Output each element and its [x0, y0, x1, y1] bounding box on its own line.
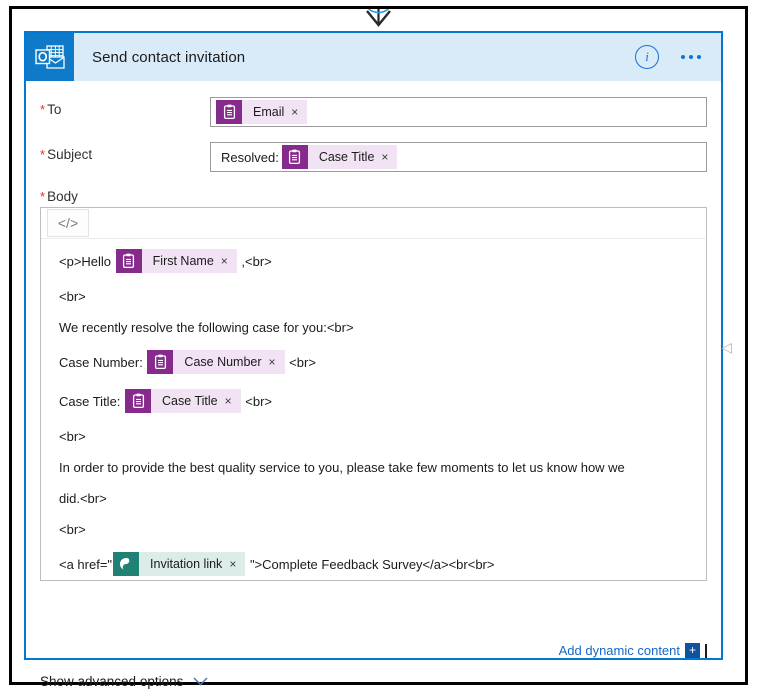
token-text: Case Title: [162, 393, 218, 408]
card-body: * To Email × * Subject Resolved: Case Ti…: [26, 97, 721, 689]
token-remove-icon[interactable]: ×: [381, 151, 388, 163]
body-code-line: In order to provide the best quality ser…: [59, 459, 692, 475]
body-code-line: <a href=" Invitation link × ">Complete Fee…: [59, 552, 692, 576]
text-caret: [705, 643, 707, 658]
body-code-line: Case Number: Case Number × <br>: [59, 350, 692, 374]
token-label: First Name ×: [141, 249, 237, 273]
code-text: In order to provide the best quality ser…: [59, 459, 625, 475]
body-code-line: did.<br>: [59, 490, 692, 506]
code-text: did.<br>: [59, 490, 107, 506]
code-text: Case Number:: [59, 354, 147, 370]
token-label: Email ×: [242, 100, 308, 124]
required-marker: *: [40, 147, 46, 162]
field-row-subject: * Subject Resolved: Case Title ×: [26, 142, 721, 172]
body-code-line: <br>: [59, 288, 692, 304]
body-code-line: <p>Hello First Name × ,<br>: [59, 249, 692, 273]
token-remove-icon[interactable]: ×: [269, 356, 276, 368]
subject-input[interactable]: Resolved: Case Title ×: [210, 142, 707, 172]
show-advanced-options-label: Show advanced options: [40, 674, 184, 689]
code-text: ,<br>: [237, 253, 272, 269]
header-actions: i: [635, 45, 721, 69]
add-dynamic-content-link[interactable]: Add dynamic content: [559, 643, 680, 658]
required-marker: *: [40, 189, 46, 204]
token-text: First Name: [152, 253, 214, 268]
editor-content[interactable]: <p>Hello First Name × ,<br> <br> We recentl…: [41, 239, 706, 580]
code-text: <br>: [59, 428, 86, 444]
entity-clipboard-icon: [216, 100, 242, 124]
outlook-icon: [26, 33, 74, 81]
body-editor[interactable]: </> <p>Hello First Name × ,<br> <br> We rec…: [40, 207, 707, 581]
flow-action-card: Send contact invitation i * To Email × *…: [24, 31, 723, 689]
body-code-line: We recently resolve the following case f…: [59, 319, 692, 335]
token-case-title[interactable]: Case Title ×: [281, 145, 398, 169]
token-text: Case Number: [184, 354, 262, 369]
token-label: Case Title ×: [307, 145, 398, 169]
code-text: <p>Hello: [59, 253, 115, 269]
body-code-line: <br>: [59, 428, 692, 444]
token-text: Invitation link: [150, 556, 223, 571]
required-marker: *: [40, 102, 46, 117]
body-code-line: <br>: [59, 521, 692, 537]
code-text: <br>: [59, 521, 86, 537]
code-text: ">Complete Feedback Survey</a><br<br>: [246, 556, 495, 572]
flow-connector-arrow: [12, 9, 745, 31]
link-entity-icon: [113, 552, 140, 576]
editor-toolbar: </>: [41, 208, 706, 239]
code-text: We recently resolve the following case f…: [59, 319, 354, 335]
code-text: <br>: [241, 393, 272, 409]
card-header[interactable]: Send contact invitation i: [26, 33, 721, 81]
token-email[interactable]: Email ×: [216, 100, 308, 124]
down-arrow-icon: [366, 9, 391, 27]
chevron-down-icon: [193, 677, 208, 686]
entity-clipboard-icon: [125, 389, 152, 413]
token-case-number[interactable]: Case Number ×: [147, 350, 285, 374]
token-label: Case Title ×: [151, 389, 241, 413]
show-advanced-options-button[interactable]: Show advanced options: [40, 674, 208, 689]
token-remove-icon[interactable]: ×: [221, 255, 228, 267]
token-case-title[interactable]: Case Title ×: [125, 389, 241, 413]
field-label-body: * Body: [40, 189, 78, 204]
token-first-name[interactable]: First Name ×: [115, 249, 237, 273]
token-label: Case Number ×: [173, 350, 285, 374]
token-label: Invitation link ×: [139, 552, 246, 576]
field-label-subject: * Subject: [40, 147, 93, 162]
token-invitation-link[interactable]: Invitation link ×: [113, 552, 246, 576]
code-text: <br>: [285, 354, 316, 370]
entity-clipboard-icon: [115, 249, 142, 273]
to-input[interactable]: Email ×: [210, 97, 707, 127]
token-remove-icon[interactable]: ×: [229, 558, 236, 570]
token-remove-icon[interactable]: ×: [291, 106, 298, 118]
entity-clipboard-icon: [281, 145, 308, 169]
subject-prefix-text: Resolved:: [221, 149, 279, 165]
field-label-to: * To: [40, 102, 62, 117]
body-code-line: Case Title: Case Title × <br>: [59, 389, 692, 413]
token-remove-icon[interactable]: ×: [225, 395, 232, 407]
screenshot-frame: Send contact invitation i * To Email × *…: [9, 6, 748, 689]
code-text: <a href=": [59, 556, 113, 572]
field-row-to: * To Email ×: [26, 97, 721, 127]
info-icon[interactable]: i: [635, 45, 659, 69]
panel-collapse-arrow[interactable]: ◁: [721, 339, 732, 356]
card-title: Send contact invitation: [92, 48, 246, 66]
add-dynamic-content-row: Add dynamic content +: [559, 643, 707, 658]
code-text: Case Title:: [59, 393, 125, 409]
ellipsis-icon[interactable]: [679, 51, 703, 63]
entity-clipboard-icon: [147, 350, 174, 374]
code-view-icon[interactable]: </>: [47, 209, 89, 237]
plus-badge-icon[interactable]: +: [685, 643, 700, 658]
code-text: <br>: [59, 288, 86, 304]
